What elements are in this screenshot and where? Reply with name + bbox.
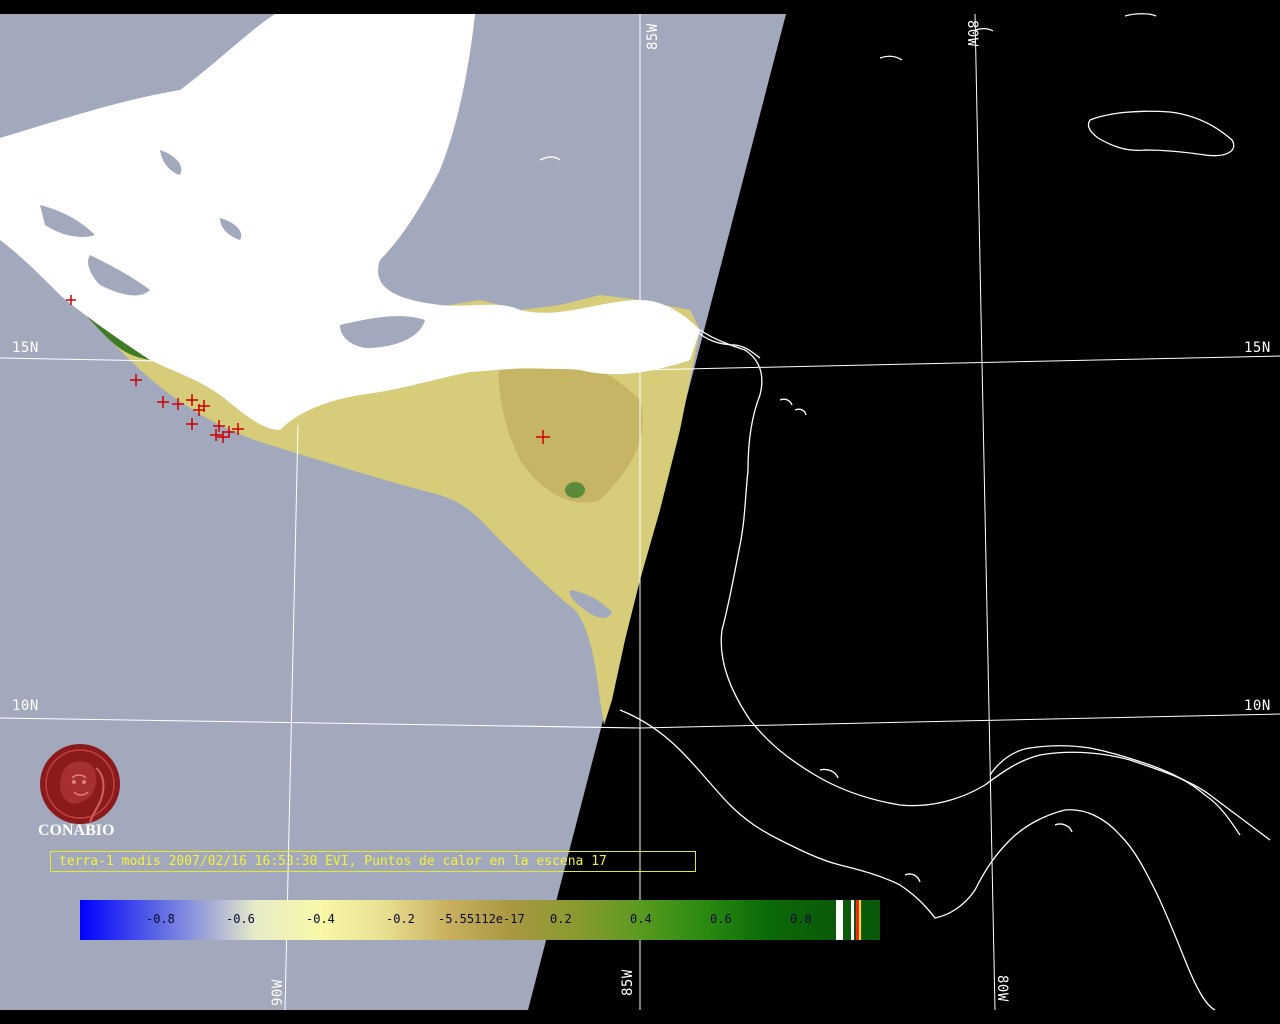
colorbar-white-stripe-2 bbox=[851, 900, 854, 940]
colorbar-yellow-stripe bbox=[859, 900, 861, 940]
lon-label-85w-bottom: 85W bbox=[620, 969, 636, 996]
colorbar-tick: 0.8 bbox=[790, 912, 812, 926]
lat-label-10n-right: 10N bbox=[1244, 698, 1271, 714]
colorbar-tick: -0.6 bbox=[226, 912, 255, 926]
colorbar-white-stripe bbox=[836, 900, 843, 940]
lon-label-85w-top: 85W bbox=[645, 23, 661, 50]
colorbar-tick: -0.2 bbox=[386, 912, 415, 926]
colorbar-tick: 0.2 bbox=[550, 912, 572, 926]
colorbar-tick: -5.55112e-17 bbox=[438, 912, 525, 926]
colorbar-tick: -0.4 bbox=[306, 912, 335, 926]
lon-label-80w-top: 80W bbox=[964, 20, 980, 47]
colorbar-tick: 0.6 bbox=[710, 912, 732, 926]
lat-label-15n-left: 15N bbox=[12, 340, 39, 356]
lon-label-90w-bottom: 90W bbox=[270, 979, 286, 1006]
lon-label-80w-bottom: 80W bbox=[994, 975, 1010, 1002]
lat-label-15n-right: 15N bbox=[1244, 340, 1271, 356]
conabio-logo-text: CONABIO bbox=[38, 822, 115, 839]
colorbar-tick: -0.8 bbox=[146, 912, 175, 926]
scene-caption: terra-1 modis 2007/02/16 16:53:30 EVI, P… bbox=[50, 851, 696, 872]
lat-label-10n-left: 10N bbox=[12, 698, 39, 714]
colorbar-tick: 0.4 bbox=[630, 912, 652, 926]
